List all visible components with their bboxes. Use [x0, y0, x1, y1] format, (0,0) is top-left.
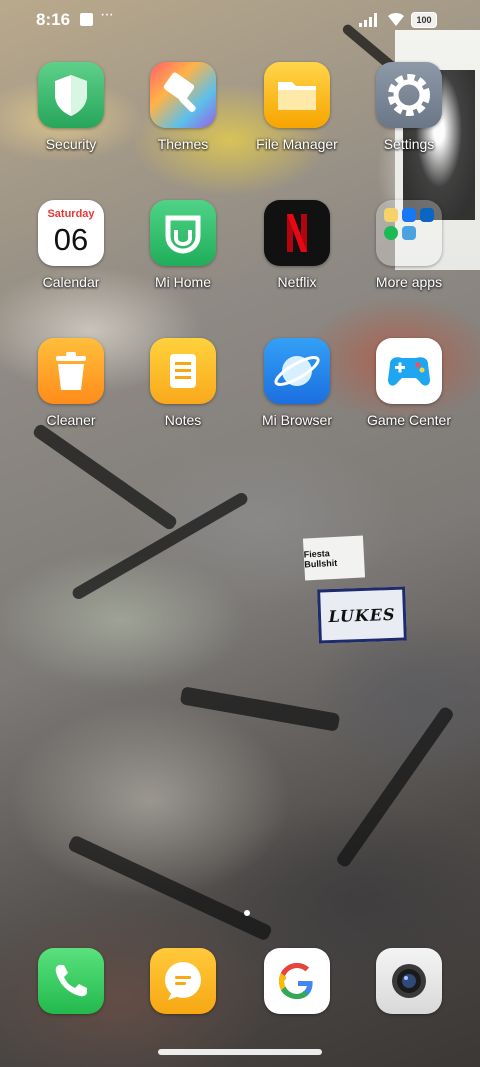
facebook-icon	[402, 208, 416, 222]
gamepad-icon	[376, 338, 442, 404]
app-label: Settings	[383, 136, 435, 152]
folder-more-apps[interactable]: More apps	[354, 200, 464, 290]
calendar-day: Saturday	[47, 208, 95, 220]
app-game-center[interactable]: Game Center	[354, 338, 464, 428]
more-notifications-icon: ···	[100, 6, 114, 23]
app-label: Mi Browser	[261, 412, 332, 428]
wallpaper-sticker: Fiesta Bullshit	[302, 535, 366, 581]
graffiti-stroke	[179, 686, 341, 732]
calendar-icon: Saturday 06	[38, 200, 104, 266]
app-netflix[interactable]: Netflix	[242, 200, 352, 290]
app-file-manager[interactable]: File Manager	[242, 62, 352, 152]
notes-icon	[150, 338, 216, 404]
calendar-date: 06	[53, 222, 89, 257]
app-security[interactable]: Security	[16, 62, 126, 152]
app-label: Netflix	[277, 274, 317, 290]
app-themes[interactable]: Themes	[128, 62, 238, 152]
app-label: File Manager	[256, 136, 338, 152]
status-time: 8:16	[36, 10, 71, 29]
page-indicator	[244, 910, 250, 916]
app-label: More apps	[375, 274, 443, 290]
app-label: Calendar	[42, 274, 100, 290]
wifi-icon	[388, 12, 404, 26]
mi-home-icon	[150, 200, 216, 266]
signal-icon	[359, 13, 377, 27]
spotify-icon	[384, 226, 398, 240]
graffiti-stroke	[66, 834, 274, 942]
app-calendar[interactable]: Saturday 06 Calendar	[16, 200, 126, 290]
app-settings[interactable]: Settings	[354, 62, 464, 152]
app-notes[interactable]: Notes	[128, 338, 238, 428]
wallpaper: Fiesta Bullshit LUKES	[0, 0, 480, 1067]
app-mi-home[interactable]: Mi Home	[128, 200, 238, 290]
app-label: Themes	[157, 136, 209, 152]
app-label: Mi Home	[154, 274, 211, 290]
app-mini-icon	[384, 208, 398, 222]
trash-icon	[38, 338, 104, 404]
folder-icon	[376, 200, 442, 266]
planet-icon	[264, 338, 330, 404]
battery-icon: 100	[411, 12, 437, 28]
dock-camera[interactable]	[354, 948, 464, 1014]
netflix-icon	[264, 200, 330, 266]
app-label: Game Center	[366, 412, 452, 428]
gear-icon	[376, 62, 442, 128]
dock-phone[interactable]	[16, 948, 126, 1014]
app-mi-browser[interactable]: Mi Browser	[242, 338, 352, 428]
camera-icon	[376, 948, 442, 1014]
google-icon	[264, 948, 330, 1014]
graffiti-stroke	[334, 705, 456, 869]
app-label: Security	[45, 136, 97, 152]
notification-icon	[80, 13, 93, 26]
status-bar: 8:16 ··· 100	[0, 0, 480, 42]
app-mini-icon	[402, 226, 416, 240]
wallpaper-sticker: LUKES	[317, 586, 407, 644]
shield-icon	[38, 62, 104, 128]
paint-brush-icon	[150, 62, 216, 128]
phone-icon	[38, 948, 104, 1014]
dock-google[interactable]	[242, 948, 352, 1014]
app-label: Notes	[164, 412, 202, 428]
dock-messages[interactable]	[128, 948, 238, 1014]
messages-icon	[150, 948, 216, 1014]
app-label: Cleaner	[46, 412, 96, 428]
linkedin-icon	[420, 208, 434, 222]
app-cleaner[interactable]: Cleaner	[16, 338, 126, 428]
graffiti-stroke	[31, 422, 179, 532]
home-indicator[interactable]	[158, 1049, 322, 1055]
folder-icon	[264, 62, 330, 128]
